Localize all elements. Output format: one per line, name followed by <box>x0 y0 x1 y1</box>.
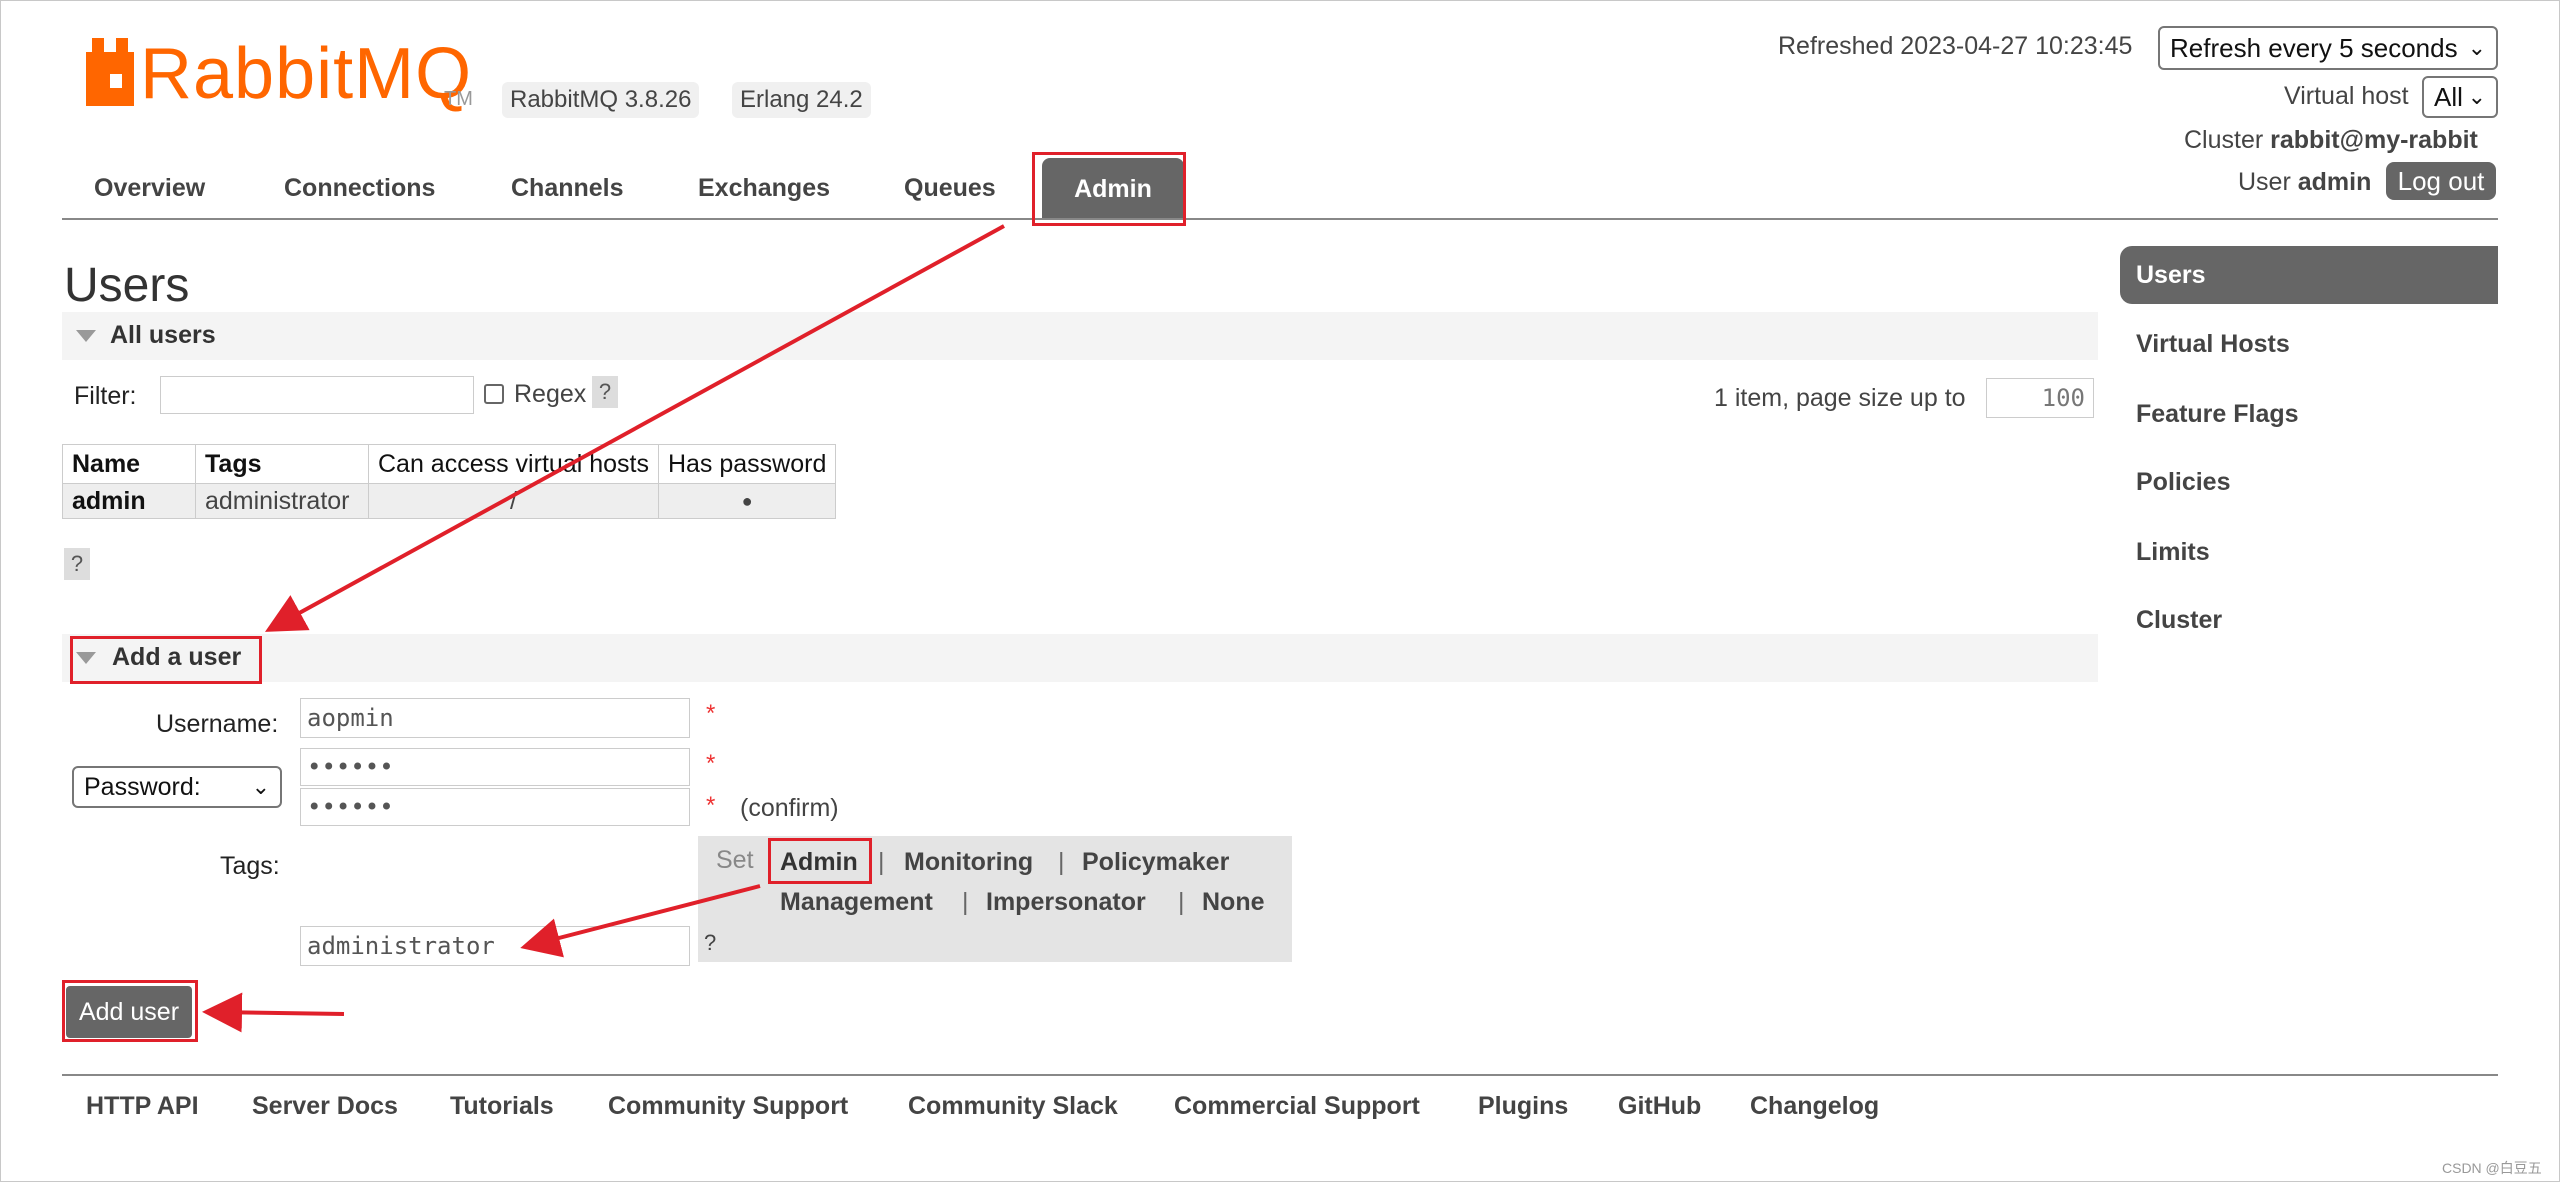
annotation-arrow-to-add-user-button <box>202 992 345 1033</box>
annotation-arrows <box>202 224 1005 1033</box>
annotation-arrow-admin-to-add-user <box>264 224 1005 632</box>
annotation-arrow-admin-tag-to-tags-input <box>520 884 761 958</box>
